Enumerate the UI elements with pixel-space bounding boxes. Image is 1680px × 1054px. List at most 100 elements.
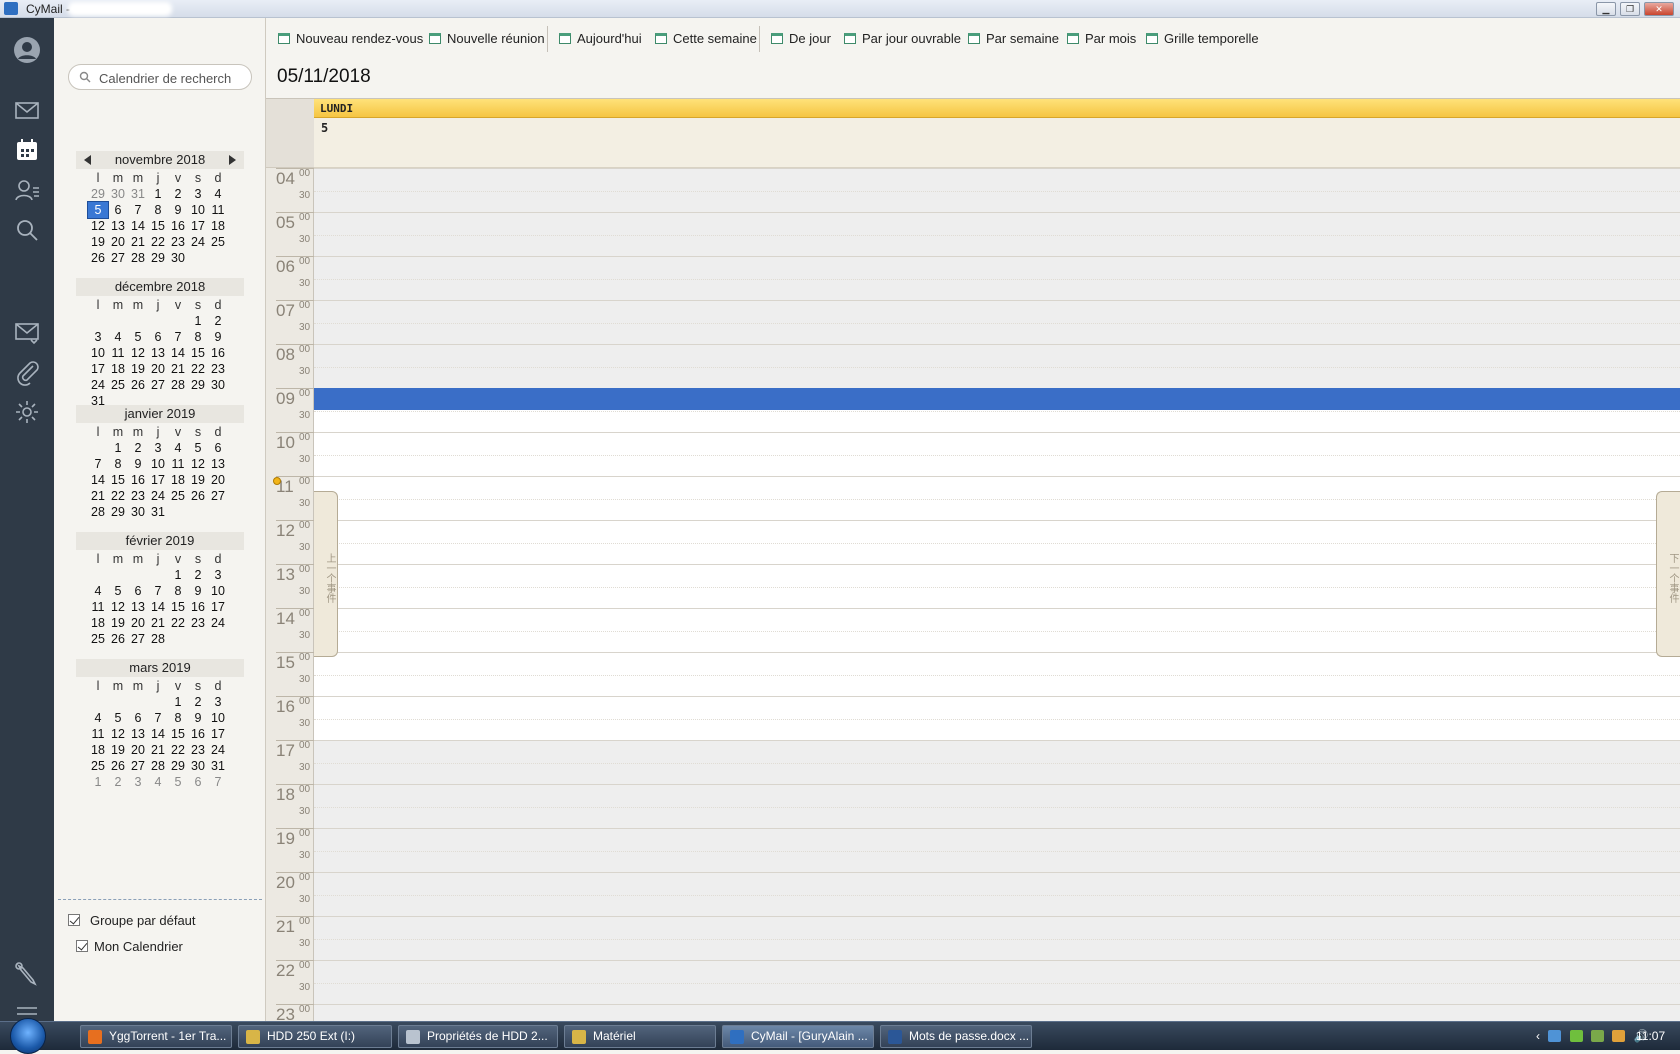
calendar-icon[interactable]: [13, 136, 41, 164]
mini-calendar-day[interactable]: 7: [148, 583, 168, 599]
mini-calendar-day[interactable]: 23: [188, 615, 208, 631]
mini-calendar-day[interactable]: 29: [148, 250, 168, 266]
mini-calendar-day[interactable]: 14: [128, 218, 148, 234]
mini-calendar-day[interactable]: 17: [208, 726, 228, 742]
this-week-button[interactable]: Cette semaine: [655, 30, 757, 48]
time-slot[interactable]: [314, 168, 1680, 212]
mini-calendar-day[interactable]: 23: [188, 742, 208, 758]
mini-calendar-day[interactable]: 12: [88, 218, 108, 234]
day-view-button[interactable]: De jour: [771, 30, 831, 48]
mini-calendar-day[interactable]: 11: [88, 726, 108, 742]
tray-app-icon[interactable]: [1612, 1030, 1626, 1042]
mini-calendar-day[interactable]: 10: [208, 583, 228, 599]
mini-calendar-day[interactable]: 31: [128, 186, 148, 202]
mini-calendar-day[interactable]: 19: [88, 234, 108, 250]
mini-calendar-day[interactable]: 25: [88, 758, 108, 774]
mini-calendar-day[interactable]: 10: [188, 202, 208, 218]
mini-calendar-day[interactable]: 6: [128, 583, 148, 599]
mini-calendar-day[interactable]: 19: [128, 361, 148, 377]
taskbar-item[interactable]: Matériel: [564, 1025, 716, 1048]
mini-calendar-day[interactable]: 7: [88, 456, 108, 472]
time-slot[interactable]: [314, 520, 1680, 564]
menu-icon[interactable]: [13, 1000, 41, 1020]
mini-calendar-day[interactable]: 8: [168, 583, 188, 599]
mini-calendar-day[interactable]: 12: [108, 726, 128, 742]
mini-calendar-day[interactable]: 18: [168, 472, 188, 488]
mini-calendar-day[interactable]: 12: [128, 345, 148, 361]
mini-calendar-day[interactable]: 14: [148, 726, 168, 742]
mini-calendar-day[interactable]: 7: [148, 710, 168, 726]
mini-calendar-day[interactable]: 24: [148, 488, 168, 504]
mini-calendar-day[interactable]: 21: [148, 742, 168, 758]
mini-calendar-day[interactable]: 4: [168, 440, 188, 456]
mini-calendar-day[interactable]: 17: [188, 218, 208, 234]
mini-calendar-day[interactable]: 2: [168, 186, 188, 202]
prev-month-icon[interactable]: [84, 155, 91, 165]
time-slot[interactable]: [314, 564, 1680, 608]
time-slot[interactable]: [314, 960, 1680, 1004]
mini-calendar-day[interactable]: 5: [188, 440, 208, 456]
taskbar-item[interactable]: YggTorrent - 1er Tra...: [80, 1025, 232, 1048]
day-header[interactable]: LUNDI: [314, 99, 1680, 118]
tray-expand-icon[interactable]: ‹: [1536, 1029, 1540, 1043]
mini-calendar-day[interactable]: 7: [128, 202, 148, 218]
month-view-button[interactable]: Par mois: [1067, 30, 1136, 48]
mini-calendar-day[interactable]: 3: [88, 329, 108, 345]
mini-calendar-day[interactable]: 16: [188, 599, 208, 615]
mini-calendar-day[interactable]: 8: [188, 329, 208, 345]
taskbar-item[interactable]: CyMail - [GuryAlain ...: [722, 1025, 874, 1048]
mini-calendar-day[interactable]: 18: [208, 218, 228, 234]
contacts-icon[interactable]: [13, 176, 41, 204]
mini-calendar-day[interactable]: 11: [208, 202, 228, 218]
mini-calendar-day[interactable]: 13: [108, 218, 128, 234]
mini-calendar-day[interactable]: 20: [128, 615, 148, 631]
mini-calendar-day[interactable]: 13: [128, 726, 148, 742]
mini-calendar-day[interactable]: 22: [168, 742, 188, 758]
work-week-view-button[interactable]: Par jour ouvrable: [844, 30, 961, 48]
mini-calendar-day[interactable]: 16: [208, 345, 228, 361]
mini-calendar-day[interactable]: 22: [108, 488, 128, 504]
mini-calendar-day[interactable]: 15: [168, 726, 188, 742]
mini-calendar-day[interactable]: 11: [168, 456, 188, 472]
checkbox-checked-icon[interactable]: [68, 914, 80, 926]
close-button[interactable]: ✕: [1644, 2, 1674, 16]
mini-calendar-day[interactable]: 19: [108, 615, 128, 631]
mini-calendar-day[interactable]: 30: [188, 758, 208, 774]
time-slot[interactable]: [314, 696, 1680, 740]
mini-calendar-day[interactable]: 1: [148, 186, 168, 202]
mini-calendar-day[interactable]: 6: [148, 329, 168, 345]
mini-calendar-day[interactable]: 18: [108, 361, 128, 377]
mini-calendar-day[interactable]: 29: [188, 377, 208, 393]
mini-calendar-day[interactable]: 12: [188, 456, 208, 472]
mini-calendar-day[interactable]: 22: [168, 615, 188, 631]
mini-calendar-day[interactable]: 27: [108, 250, 128, 266]
tray-app-icon[interactable]: [1569, 1030, 1583, 1042]
mini-calendar-day[interactable]: 17: [88, 361, 108, 377]
time-slot[interactable]: [314, 608, 1680, 652]
mini-calendar-day[interactable]: 25: [88, 631, 108, 647]
week-view-button[interactable]: Par semaine: [968, 30, 1059, 48]
restore-button[interactable]: ❐: [1620, 2, 1640, 16]
mini-calendar-day[interactable]: 14: [168, 345, 188, 361]
mini-calendar-day[interactable]: 28: [88, 504, 108, 520]
mini-calendar-day[interactable]: 5: [128, 329, 148, 345]
time-slot[interactable]: [314, 828, 1680, 872]
previous-event-tab[interactable]: 上一个事件: [314, 491, 338, 657]
mini-calendar-day[interactable]: 16: [168, 218, 188, 234]
mini-calendar-day[interactable]: 8: [168, 710, 188, 726]
my-calendar-checkbox[interactable]: Mon Calendrier: [76, 939, 183, 954]
mini-calendar-day[interactable]: 14: [148, 599, 168, 615]
mini-calendar-day[interactable]: 31: [208, 758, 228, 774]
gear-icon[interactable]: [13, 398, 41, 426]
mini-calendar-day[interactable]: 19: [188, 472, 208, 488]
mini-calendar-day[interactable]: 17: [208, 599, 228, 615]
mini-calendar-day[interactable]: 24: [88, 377, 108, 393]
mini-calendar-day[interactable]: 30: [168, 250, 188, 266]
mini-calendar-day[interactable]: 10: [148, 456, 168, 472]
mini-calendar-day[interactable]: 3: [208, 694, 228, 710]
mail-icon[interactable]: [13, 96, 41, 124]
mini-calendar-day[interactable]: 4: [88, 583, 108, 599]
mini-calendar-day[interactable]: 22: [188, 361, 208, 377]
mini-calendar-day[interactable]: 30: [128, 504, 148, 520]
mini-calendar-day[interactable]: 27: [128, 758, 148, 774]
